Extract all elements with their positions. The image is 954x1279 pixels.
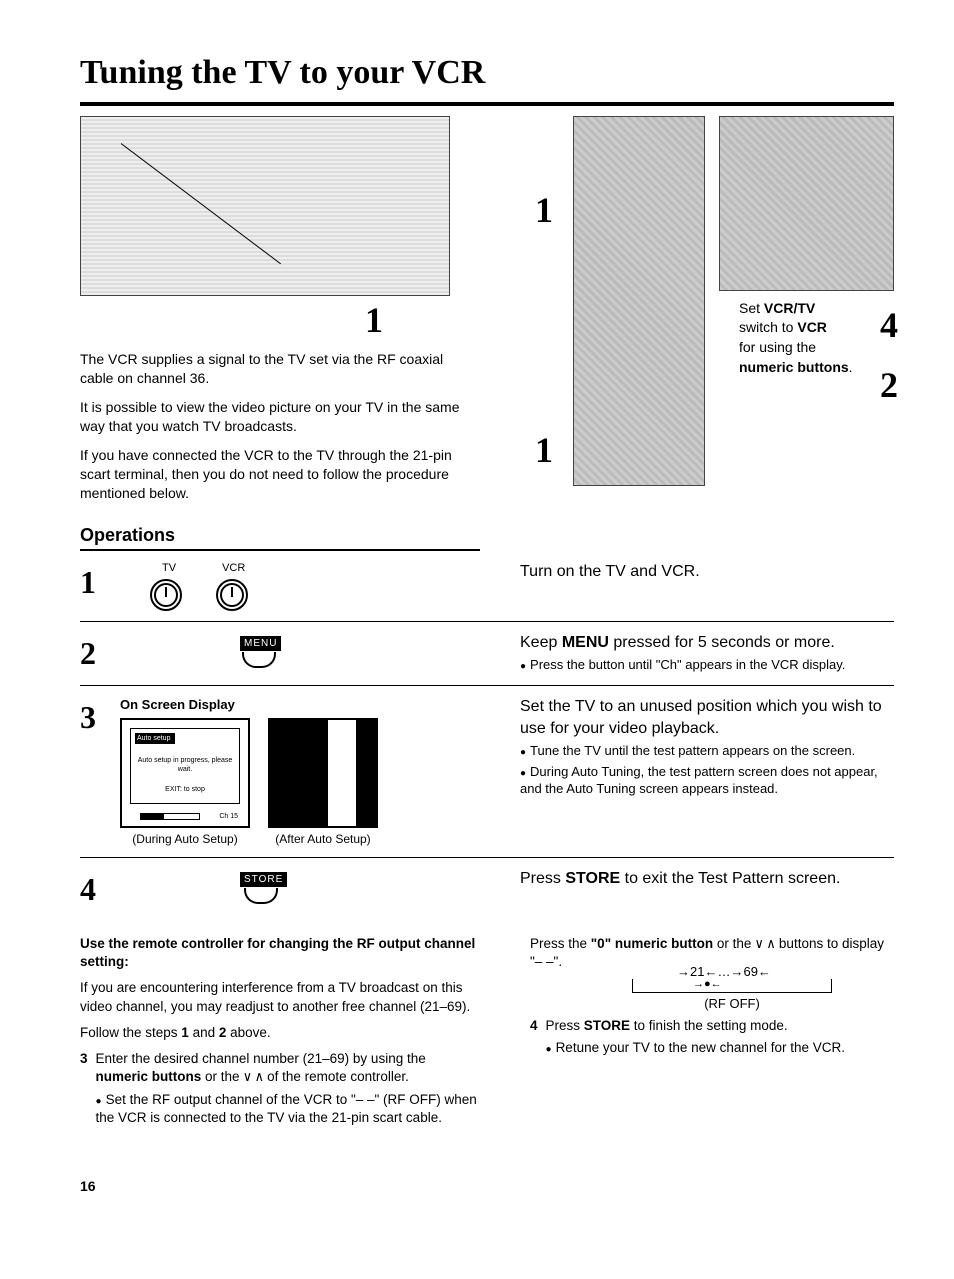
- intro-p1: The VCR supplies a signal to the TV set …: [80, 350, 475, 388]
- down-chevron-icon: ∨: [243, 1069, 251, 1085]
- intro-p3: If you have connected the VCR to the TV …: [80, 446, 475, 503]
- remote-closeup-illustration: [719, 116, 894, 291]
- step-3-note2: During Auto Tuning, the test pattern scr…: [520, 763, 894, 798]
- osd-caption-1: (During Auto Setup): [120, 831, 250, 847]
- step-2-note: Press the button until "Ch" appears in t…: [520, 656, 894, 674]
- step-4-row: 4 STORE Press STORE to exit the Test Pat…: [80, 858, 894, 921]
- rf-p2: Follow the steps 1 and 2 above.: [80, 1024, 480, 1042]
- down-chevron-icon-2: ∨: [755, 936, 763, 952]
- tv-vcr-labels: TVVCR: [162, 561, 248, 576]
- rf-p1: If you are encountering interference fro…: [80, 979, 480, 1015]
- tv-power-icon: [150, 579, 182, 611]
- rf-step4-sub: Retune your TV to the new channel for th…: [546, 1039, 845, 1057]
- up-chevron-icon-2: ∧: [767, 936, 775, 952]
- step-1-text: Turn on the TV and VCR.: [520, 561, 894, 583]
- remote-callout-column: 1 1: [489, 116, 559, 513]
- vcr-front-illustration: [80, 116, 450, 296]
- step-3-note1: Tune the TV until the test pattern appea…: [520, 742, 894, 760]
- store-button-icon: [244, 888, 278, 904]
- osd-during-setup: Auto setup Auto setup in progress, pleas…: [120, 718, 250, 828]
- callout-1-vcr: 1: [80, 296, 475, 345]
- intro-p2: It is possible to view the video picture…: [80, 398, 475, 436]
- step-3-text: Set the TV to an unused position which y…: [520, 696, 894, 739]
- menu-button-label: MENU: [240, 636, 281, 652]
- osd-title: On Screen Display: [120, 696, 378, 714]
- rf-change-left: Use the remote controller for changing t…: [80, 935, 480, 1127]
- step-1-number: 1: [80, 561, 104, 604]
- osd-caption-2: (After Auto Setup): [268, 831, 378, 847]
- rf-step4-num: 4: [530, 1017, 538, 1057]
- rf-heading: Use the remote controller for changing t…: [80, 936, 475, 969]
- rf-range-diagram: →21←…→69← →●← (RF OFF): [570, 979, 894, 1013]
- top-illustration-row: 1 The VCR supplies a signal to the TV se…: [80, 116, 894, 513]
- step-3-number: 3: [80, 696, 104, 739]
- remote-full-illustration: [573, 116, 705, 486]
- intro-text: The VCR supplies a signal to the TV set …: [80, 350, 475, 502]
- operations-heading: Operations: [80, 523, 480, 551]
- step-4-text: Press STORE to exit the Test Pattern scr…: [520, 868, 894, 890]
- step-2-text: Keep MENU pressed for 5 seconds or more.: [520, 632, 894, 654]
- vcr-power-icon: [216, 579, 248, 611]
- page-title: Tuning the TV to your VCR: [80, 50, 894, 106]
- osd-after-setup: [268, 718, 378, 828]
- callout-1-remote-top: 1: [535, 186, 553, 235]
- callout-4: 4: [880, 301, 898, 350]
- step-1-row: 1 TVVCR Turn on the TV and VCR.: [80, 551, 894, 622]
- step-4-number: 4: [80, 868, 104, 911]
- callout-2: 2: [880, 361, 898, 410]
- page-number: 16: [80, 1177, 894, 1196]
- step-2-row: 2 MENU Keep MENU pressed for 5 seconds o…: [80, 622, 894, 686]
- step-3-row: 3 On Screen Display Auto setup Auto setu…: [80, 686, 894, 858]
- rf-step3-num: 3: [80, 1050, 88, 1127]
- step-2-number: 2: [80, 632, 104, 675]
- callout-1-remote-bottom: 1: [535, 426, 553, 475]
- rf-change-right: Press the "0" numeric button or the ∨ ∧ …: [530, 935, 894, 1127]
- lower-section: Use the remote controller for changing t…: [80, 935, 894, 1127]
- store-button-label: STORE: [240, 872, 287, 888]
- menu-button-icon: [242, 652, 276, 668]
- vcr-tv-switch-note: Set VCR/TV switch to VCR for using the n…: [739, 299, 879, 377]
- rf-step3-sub: Set the RF output channel of the VCR to …: [96, 1091, 480, 1127]
